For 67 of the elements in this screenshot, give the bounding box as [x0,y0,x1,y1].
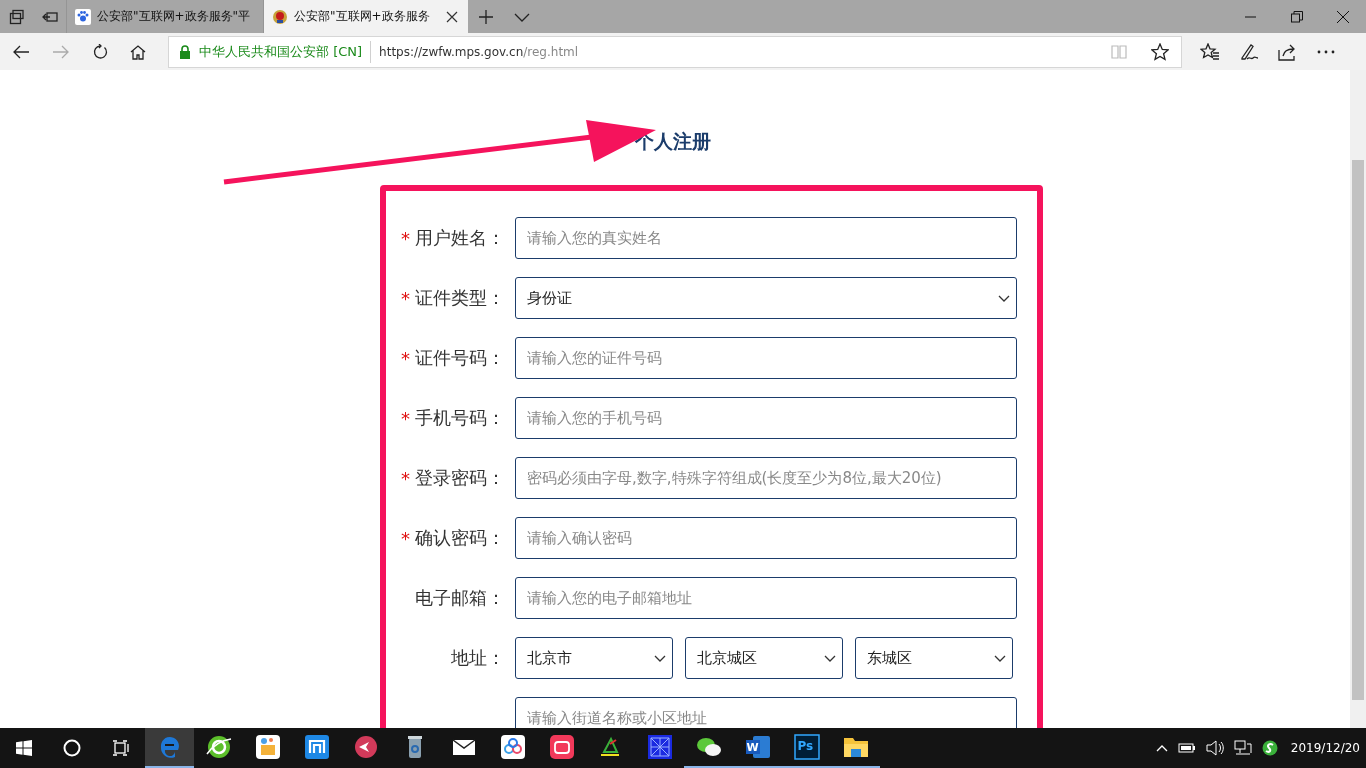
search-circle-icon[interactable] [63,739,81,757]
photoshop-app-icon: Ps [793,734,820,760]
select-field[interactable]: 身份证 [515,277,1017,319]
forward-icon [52,43,70,60]
select-field[interactable]: 北京城区 [685,637,843,679]
required-mark: * [401,287,410,309]
volume-icon[interactable] [1205,740,1224,756]
refresh-icon[interactable] [92,43,108,60]
windows-start-icon[interactable] [16,740,32,756]
field-label: 手机号码： [415,406,505,430]
field-label: 电子邮箱： [415,586,505,610]
select-field[interactable]: 东城区 [855,637,1013,679]
field-label: 用户姓名： [415,226,505,250]
scrollbar-thumb[interactable] [1352,160,1364,700]
taskbar-date[interactable]: 2019/12/20 [1290,741,1360,755]
input-field[interactable]: 请输入确认密码 [515,517,1017,559]
share-icon[interactable] [1278,42,1298,61]
input-field[interactable]: 请输入您的手机号码 [515,397,1017,439]
caret-icon [994,654,1006,662]
site-identity: 中华人民共和国公安部 [CN] [199,42,363,61]
restore-icon[interactable] [1291,10,1303,23]
required-mark: * [401,407,410,429]
close-icon[interactable] [446,10,458,23]
box-icon [254,734,281,760]
input-method-icon[interactable] [1261,740,1278,756]
home-icon[interactable] [130,43,146,60]
tabs-aside-icon[interactable] [9,8,25,25]
caret-icon [998,294,1010,302]
url-text: https://zwfw.mps.gov.cn/reg.html [379,44,579,59]
required-mark: * [401,527,410,549]
input-field[interactable]: 请输入您的证件号码 [515,337,1017,379]
input-field[interactable]: 密码必须由字母,数字,特殊字符组成(长度至少为8位,最大20位) [515,457,1017,499]
paw-icon [75,8,91,25]
more-icon[interactable] [1317,49,1335,54]
back-icon[interactable] [12,43,30,60]
star-icon[interactable] [1151,42,1169,61]
pen-icon[interactable] [1239,42,1259,61]
emblem-icon [272,8,288,25]
globe-icon [205,734,232,760]
reading-view-icon [1111,44,1127,59]
taskbar-app[interactable]: Ps [782,728,831,768]
network-icon[interactable] [1233,740,1252,756]
grid-icon [646,734,673,760]
caret-icon [654,654,666,662]
input-field[interactable]: 请输入街道名称或小区地址 [515,697,1017,728]
task-view-icon[interactable] [112,740,130,756]
required-mark: * [401,467,410,489]
battery-icon[interactable] [1177,742,1196,754]
select-field[interactable]: 北京市 [515,637,673,679]
browser-tab[interactable]: 公安部"互联网+政务服务 [263,0,468,33]
lock-icon [179,44,191,59]
field-label: 证件类型： [415,286,505,310]
close-icon[interactable] [1337,10,1349,23]
favorites-icon[interactable] [1200,42,1220,61]
field-label: 证件号码： [415,346,505,370]
field-label: 地址： [451,646,505,670]
maxthon-icon [303,734,330,760]
address-bar[interactable]: 中华人民共和国公安部 [CN] https://zwfw.mps.gov.cn/reg.html [168,35,1182,68]
taskbar-app[interactable]: W [733,728,782,768]
caret-icon [824,654,836,662]
field-label: 登录密码： [415,466,505,490]
required-mark: * [401,347,410,369]
input-field[interactable]: 请输入您的电子邮箱地址 [515,577,1017,619]
field-label: 确认密码： [415,526,505,550]
new-tab-icon[interactable] [478,8,494,25]
input-field[interactable]: 请输入您的真实姓名 [515,217,1017,259]
required-mark: * [401,227,410,249]
